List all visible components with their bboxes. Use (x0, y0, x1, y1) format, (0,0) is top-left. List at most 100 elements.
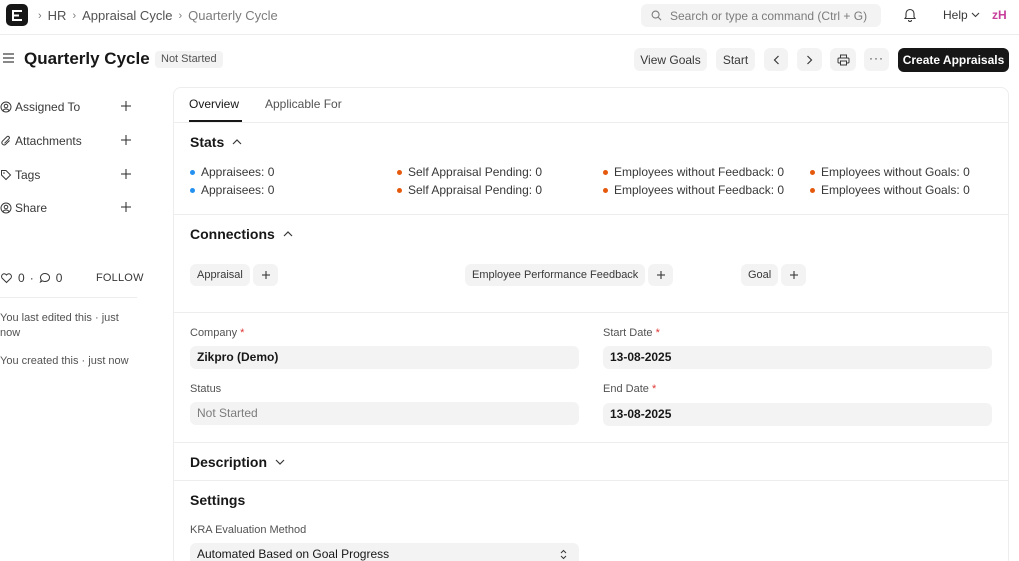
breadcrumb: › HR › Appraisal Cycle › Quarterly Cycle (38, 8, 278, 23)
breadcrumb-appraisal-cycle[interactable]: Appraisal Cycle (82, 8, 172, 23)
add-appraisal-icon[interactable] (253, 264, 278, 286)
sidebar-item-attachments[interactable]: Attachments (0, 134, 82, 148)
chevron-left-icon (773, 55, 779, 64)
next-doc-button[interactable] (797, 48, 822, 71)
end-date-field[interactable]: 13-08-2025 (603, 403, 992, 426)
chevron-right-icon: › (178, 9, 183, 22)
follow-button[interactable]: FOLLOW (96, 272, 144, 284)
like-count: 0 (18, 271, 25, 285)
sidebar-item-tags[interactable]: Tags (0, 168, 40, 182)
add-assignee-icon[interactable] (120, 100, 132, 115)
breadcrumb-current[interactable]: Quarterly Cycle (188, 8, 278, 23)
add-share-icon[interactable] (120, 201, 132, 216)
avatar[interactable]: zH (992, 8, 1007, 22)
stat-dot (810, 187, 815, 193)
sidebar-divider (0, 297, 137, 298)
view-goals-button[interactable]: View Goals (634, 48, 707, 71)
stat-dot (190, 169, 195, 175)
stat-self-appraisal-pending: Self Appraisal Pending: 0 (397, 165, 542, 179)
start-date-label: Start Date * (603, 327, 660, 339)
comment-icon[interactable] (39, 272, 51, 284)
kra-evaluation-select[interactable]: Automated Based on Goal Progress (190, 543, 579, 561)
start-date-field[interactable]: 13-08-2025 (603, 346, 992, 369)
stat-dot (397, 169, 402, 175)
stat-without-feedback: Employees without Feedback: 0 (603, 183, 784, 197)
description-section-toggle[interactable]: Description (190, 454, 285, 470)
start-date-label-text: Start Date (603, 327, 653, 339)
chevron-down-icon (275, 459, 285, 465)
section-divider (174, 480, 1008, 481)
sidebar-item-label: Assigned To (15, 100, 81, 114)
user-add-icon (0, 101, 12, 113)
start-button[interactable]: Start (716, 48, 755, 71)
status-field: Not Started (190, 402, 579, 425)
connection-employee-performance-feedback[interactable]: Employee Performance Feedback (465, 264, 646, 286)
likes-comments: 0 · 0 (0, 271, 62, 285)
sidebar-item-assigned-to[interactable]: Assigned To (0, 100, 80, 114)
stat-appraisees: Appraisees: 0 (190, 165, 274, 179)
tag-icon (1, 170, 12, 181)
add-attachment-icon[interactable] (120, 134, 132, 149)
sidebar-toggle-icon[interactable] (2, 52, 15, 67)
chevron-right-icon (807, 55, 813, 64)
company-label: Company * (190, 327, 244, 339)
section-divider (174, 442, 1008, 443)
create-appraisals-button[interactable]: Create Appraisals (898, 48, 1009, 72)
stat-label: Appraisees: 0 (201, 183, 275, 197)
stat-without-goals: Employees without Goals: 0 (810, 183, 970, 197)
stat-without-goals: Employees without Goals: 0 (810, 165, 970, 179)
sidebar-item-label: Tags (15, 168, 41, 182)
tab-applicable-for[interactable]: Applicable For (265, 97, 342, 111)
comment-count: 0 (55, 271, 63, 285)
more-icon: ··· (869, 50, 884, 65)
required-marker: * (240, 327, 245, 339)
connection-appraisal[interactable]: Appraisal (190, 264, 250, 286)
add-goal-icon[interactable] (781, 264, 806, 286)
active-tab-indicator (189, 120, 242, 122)
search-input[interactable]: Search or type a command (Ctrl + G) (641, 4, 881, 27)
stats-section-toggle[interactable]: Stats (190, 134, 242, 150)
stat-dot (603, 187, 608, 193)
connections-section-toggle[interactable]: Connections (190, 226, 293, 242)
paperclip-icon (1, 135, 10, 146)
stat-dot (397, 187, 402, 193)
required-marker: * (655, 327, 660, 339)
top-navbar: › HR › Appraisal Cycle › Quarterly Cycle… (0, 0, 1019, 35)
stat-dot (190, 187, 195, 193)
print-button[interactable] (830, 48, 856, 71)
section-divider (174, 214, 1008, 215)
chevron-right-icon: › (72, 9, 77, 22)
help-dropdown[interactable]: Help (943, 8, 980, 22)
description-title: Description (190, 454, 268, 470)
app-logo-icon[interactable] (6, 4, 28, 26)
stat-label: Employees without Feedback: 0 (614, 165, 785, 179)
stat-label: Employees without Goals: 0 (821, 165, 970, 179)
settings-section-title: Settings (190, 492, 245, 508)
stats-title: Stats (190, 134, 225, 150)
search-placeholder: Search or type a command (Ctrl + G) (670, 8, 868, 23)
sidebar-item-share[interactable]: Share (0, 201, 47, 215)
form-tabs: Overview Applicable For (174, 88, 1008, 123)
heart-icon[interactable] (0, 272, 13, 284)
settings-title: Settings (190, 492, 246, 508)
stat-self-appraisal-pending: Self Appraisal Pending: 0 (397, 183, 542, 197)
separator-dot: · (29, 271, 34, 285)
previous-doc-button[interactable] (764, 48, 788, 71)
add-tag-icon[interactable] (120, 168, 132, 183)
stat-label: Self Appraisal Pending: 0 (408, 183, 543, 197)
stat-without-feedback: Employees without Feedback: 0 (603, 165, 784, 179)
page-title: Quarterly Cycle (24, 49, 150, 68)
sidebar-item-label: Share (15, 201, 48, 215)
more-actions-button[interactable]: ··· (864, 48, 889, 71)
chevron-up-icon (283, 231, 293, 237)
tab-overview[interactable]: Overview (189, 97, 239, 111)
connection-goal[interactable]: Goal (741, 264, 779, 286)
end-date-label: End Date * (603, 383, 656, 395)
stat-label: Self Appraisal Pending: 0 (408, 165, 543, 179)
form-card (173, 87, 1009, 561)
stat-label: Employees without Goals: 0 (821, 183, 970, 197)
notification-bell-icon[interactable] (903, 7, 917, 25)
breadcrumb-hr[interactable]: HR (48, 8, 67, 23)
add-feedback-icon[interactable] (648, 264, 673, 286)
company-field[interactable]: Zikpro (Demo) (190, 346, 579, 369)
